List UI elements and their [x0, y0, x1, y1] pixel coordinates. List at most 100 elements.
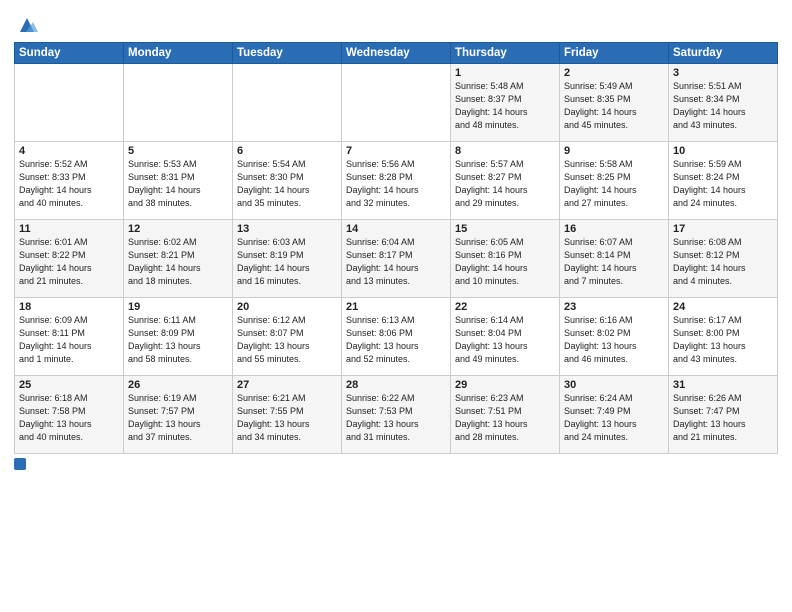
day-info: Sunrise: 5:52 AM Sunset: 8:33 PM Dayligh… — [19, 158, 119, 210]
calendar-cell: 30Sunrise: 6:24 AM Sunset: 7:49 PM Dayli… — [560, 376, 669, 454]
calendar-cell: 28Sunrise: 6:22 AM Sunset: 7:53 PM Dayli… — [342, 376, 451, 454]
daylight-icon — [14, 458, 26, 470]
day-number: 20 — [237, 301, 337, 313]
calendar-body: 1Sunrise: 5:48 AM Sunset: 8:37 PM Daylig… — [15, 64, 778, 454]
calendar-week-row: 4Sunrise: 5:52 AM Sunset: 8:33 PM Daylig… — [15, 142, 778, 220]
day-number: 8 — [455, 145, 555, 157]
calendar-cell: 20Sunrise: 6:12 AM Sunset: 8:07 PM Dayli… — [233, 298, 342, 376]
day-info: Sunrise: 6:12 AM Sunset: 8:07 PM Dayligh… — [237, 314, 337, 366]
calendar-week-row: 1Sunrise: 5:48 AM Sunset: 8:37 PM Daylig… — [15, 64, 778, 142]
day-info: Sunrise: 6:01 AM Sunset: 8:22 PM Dayligh… — [19, 236, 119, 288]
day-info: Sunrise: 5:48 AM Sunset: 8:37 PM Dayligh… — [455, 80, 555, 132]
calendar-cell: 13Sunrise: 6:03 AM Sunset: 8:19 PM Dayli… — [233, 220, 342, 298]
day-number: 15 — [455, 223, 555, 235]
day-info: Sunrise: 5:49 AM Sunset: 8:35 PM Dayligh… — [564, 80, 664, 132]
day-info: Sunrise: 6:21 AM Sunset: 7:55 PM Dayligh… — [237, 392, 337, 444]
calendar-cell: 9Sunrise: 5:58 AM Sunset: 8:25 PM Daylig… — [560, 142, 669, 220]
footer — [14, 458, 778, 470]
day-info: Sunrise: 6:08 AM Sunset: 8:12 PM Dayligh… — [673, 236, 773, 288]
day-number: 10 — [673, 145, 773, 157]
calendar-cell: 31Sunrise: 6:26 AM Sunset: 7:47 PM Dayli… — [669, 376, 778, 454]
day-info: Sunrise: 5:58 AM Sunset: 8:25 PM Dayligh… — [564, 158, 664, 210]
day-number: 4 — [19, 145, 119, 157]
day-number: 24 — [673, 301, 773, 313]
day-number: 22 — [455, 301, 555, 313]
calendar-cell: 10Sunrise: 5:59 AM Sunset: 8:24 PM Dayli… — [669, 142, 778, 220]
day-number: 9 — [564, 145, 664, 157]
calendar-cell: 17Sunrise: 6:08 AM Sunset: 8:12 PM Dayli… — [669, 220, 778, 298]
calendar-cell — [124, 64, 233, 142]
day-number: 3 — [673, 67, 773, 79]
day-of-week-header: Sunday — [15, 43, 124, 64]
day-number: 21 — [346, 301, 446, 313]
day-of-week-header: Thursday — [451, 43, 560, 64]
day-number: 25 — [19, 379, 119, 391]
logo — [14, 14, 38, 36]
calendar-cell: 29Sunrise: 6:23 AM Sunset: 7:51 PM Dayli… — [451, 376, 560, 454]
calendar-cell — [342, 64, 451, 142]
header — [14, 10, 778, 36]
day-info: Sunrise: 6:03 AM Sunset: 8:19 PM Dayligh… — [237, 236, 337, 288]
day-info: Sunrise: 6:13 AM Sunset: 8:06 PM Dayligh… — [346, 314, 446, 366]
calendar-cell: 2Sunrise: 5:49 AM Sunset: 8:35 PM Daylig… — [560, 64, 669, 142]
day-info: Sunrise: 5:57 AM Sunset: 8:27 PM Dayligh… — [455, 158, 555, 210]
day-info: Sunrise: 6:04 AM Sunset: 8:17 PM Dayligh… — [346, 236, 446, 288]
day-info: Sunrise: 6:24 AM Sunset: 7:49 PM Dayligh… — [564, 392, 664, 444]
calendar-cell: 14Sunrise: 6:04 AM Sunset: 8:17 PM Dayli… — [342, 220, 451, 298]
day-number: 6 — [237, 145, 337, 157]
calendar-week-row: 18Sunrise: 6:09 AM Sunset: 8:11 PM Dayli… — [15, 298, 778, 376]
day-number: 11 — [19, 223, 119, 235]
calendar-cell: 19Sunrise: 6:11 AM Sunset: 8:09 PM Dayli… — [124, 298, 233, 376]
day-info: Sunrise: 5:54 AM Sunset: 8:30 PM Dayligh… — [237, 158, 337, 210]
day-number: 27 — [237, 379, 337, 391]
day-info: Sunrise: 6:26 AM Sunset: 7:47 PM Dayligh… — [673, 392, 773, 444]
day-number: 23 — [564, 301, 664, 313]
calendar-cell: 27Sunrise: 6:21 AM Sunset: 7:55 PM Dayli… — [233, 376, 342, 454]
day-info: Sunrise: 6:02 AM Sunset: 8:21 PM Dayligh… — [128, 236, 228, 288]
calendar-cell: 1Sunrise: 5:48 AM Sunset: 8:37 PM Daylig… — [451, 64, 560, 142]
day-of-week-header: Saturday — [669, 43, 778, 64]
day-info: Sunrise: 5:53 AM Sunset: 8:31 PM Dayligh… — [128, 158, 228, 210]
day-number: 1 — [455, 67, 555, 79]
day-info: Sunrise: 6:16 AM Sunset: 8:02 PM Dayligh… — [564, 314, 664, 366]
day-info: Sunrise: 5:56 AM Sunset: 8:28 PM Dayligh… — [346, 158, 446, 210]
calendar-cell: 6Sunrise: 5:54 AM Sunset: 8:30 PM Daylig… — [233, 142, 342, 220]
day-info: Sunrise: 6:22 AM Sunset: 7:53 PM Dayligh… — [346, 392, 446, 444]
calendar-week-row: 11Sunrise: 6:01 AM Sunset: 8:22 PM Dayli… — [15, 220, 778, 298]
page: SundayMondayTuesdayWednesdayThursdayFrid… — [0, 0, 792, 478]
day-number: 13 — [237, 223, 337, 235]
calendar-cell: 5Sunrise: 5:53 AM Sunset: 8:31 PM Daylig… — [124, 142, 233, 220]
day-of-week-header: Tuesday — [233, 43, 342, 64]
day-info: Sunrise: 6:19 AM Sunset: 7:57 PM Dayligh… — [128, 392, 228, 444]
day-info: Sunrise: 6:11 AM Sunset: 8:09 PM Dayligh… — [128, 314, 228, 366]
day-number: 12 — [128, 223, 228, 235]
day-number: 7 — [346, 145, 446, 157]
day-number: 30 — [564, 379, 664, 391]
day-number: 19 — [128, 301, 228, 313]
calendar-table: SundayMondayTuesdayWednesdayThursdayFrid… — [14, 42, 778, 454]
calendar-cell: 18Sunrise: 6:09 AM Sunset: 8:11 PM Dayli… — [15, 298, 124, 376]
day-info: Sunrise: 5:51 AM Sunset: 8:34 PM Dayligh… — [673, 80, 773, 132]
calendar-week-row: 25Sunrise: 6:18 AM Sunset: 7:58 PM Dayli… — [15, 376, 778, 454]
calendar-cell: 26Sunrise: 6:19 AM Sunset: 7:57 PM Dayli… — [124, 376, 233, 454]
calendar-cell: 15Sunrise: 6:05 AM Sunset: 8:16 PM Dayli… — [451, 220, 560, 298]
logo-icon — [16, 14, 38, 36]
day-number: 14 — [346, 223, 446, 235]
header-row: SundayMondayTuesdayWednesdayThursdayFrid… — [15, 43, 778, 64]
day-of-week-header: Wednesday — [342, 43, 451, 64]
day-info: Sunrise: 5:59 AM Sunset: 8:24 PM Dayligh… — [673, 158, 773, 210]
day-number: 17 — [673, 223, 773, 235]
day-number: 26 — [128, 379, 228, 391]
calendar-cell: 23Sunrise: 6:16 AM Sunset: 8:02 PM Dayli… — [560, 298, 669, 376]
day-number: 5 — [128, 145, 228, 157]
day-info: Sunrise: 6:05 AM Sunset: 8:16 PM Dayligh… — [455, 236, 555, 288]
calendar-cell: 12Sunrise: 6:02 AM Sunset: 8:21 PM Dayli… — [124, 220, 233, 298]
day-info: Sunrise: 6:07 AM Sunset: 8:14 PM Dayligh… — [564, 236, 664, 288]
day-number: 2 — [564, 67, 664, 79]
day-number: 16 — [564, 223, 664, 235]
calendar-cell: 3Sunrise: 5:51 AM Sunset: 8:34 PM Daylig… — [669, 64, 778, 142]
calendar-header: SundayMondayTuesdayWednesdayThursdayFrid… — [15, 43, 778, 64]
calendar-cell — [15, 64, 124, 142]
calendar-cell: 25Sunrise: 6:18 AM Sunset: 7:58 PM Dayli… — [15, 376, 124, 454]
day-info: Sunrise: 6:14 AM Sunset: 8:04 PM Dayligh… — [455, 314, 555, 366]
